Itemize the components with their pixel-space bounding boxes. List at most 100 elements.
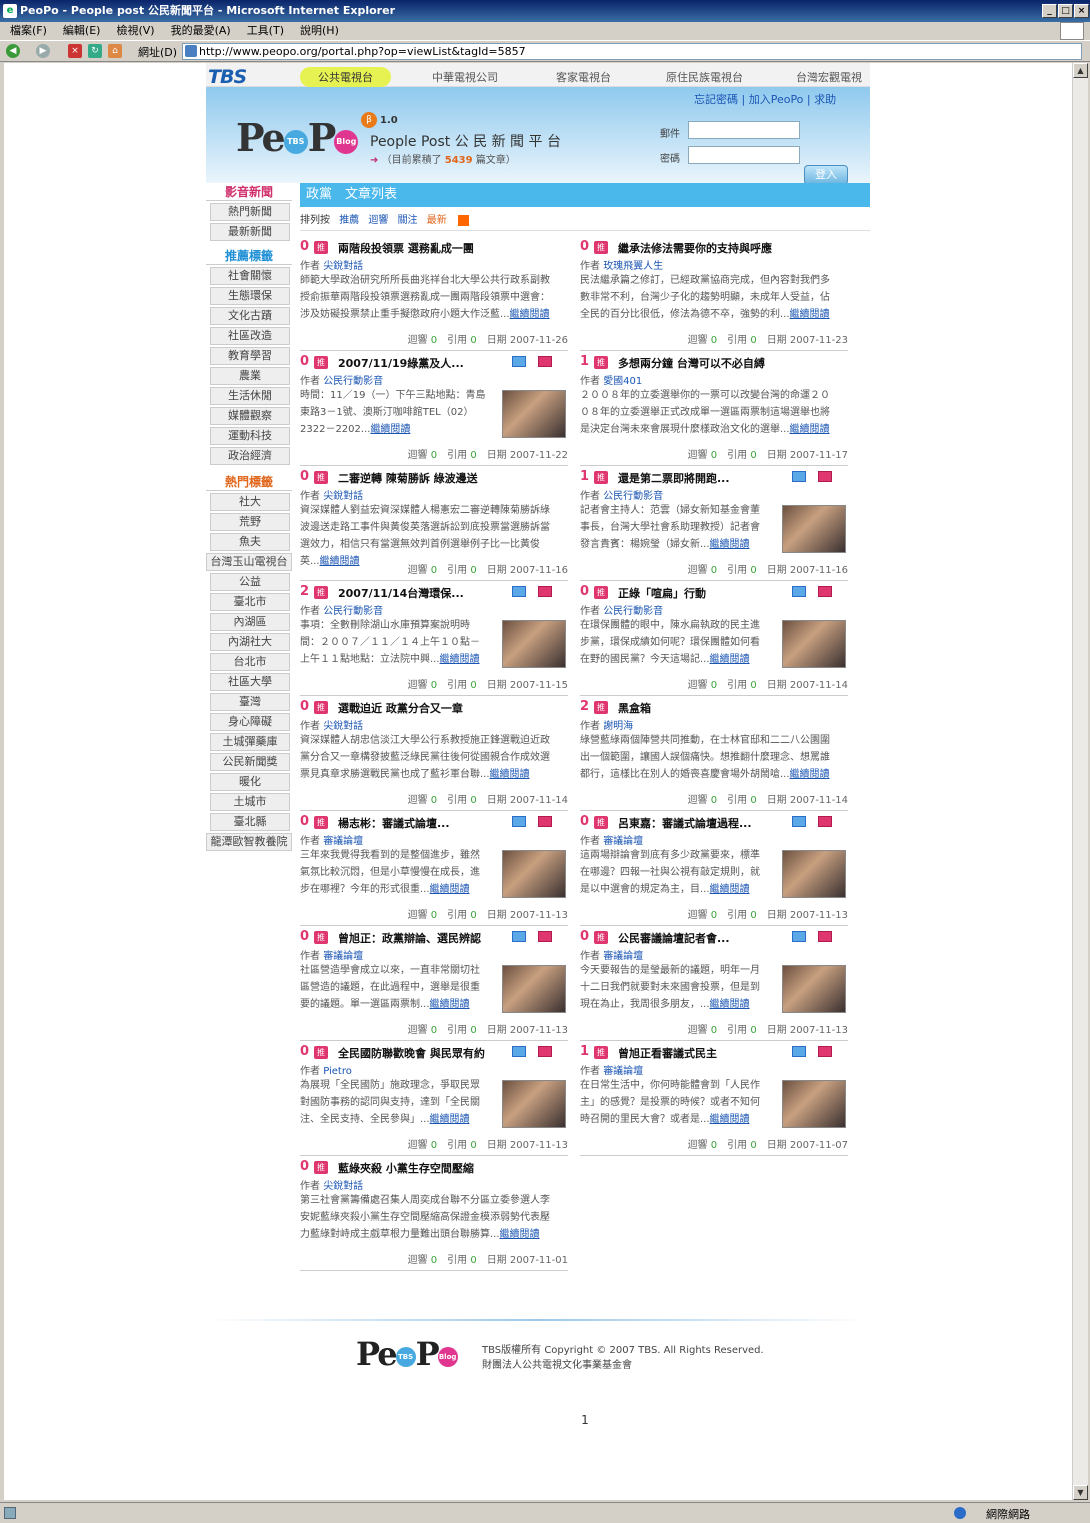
sidebar-item-hot-5[interactable]: 臺北市: [210, 593, 290, 611]
sidebar-item-tag-6[interactable]: 生活休閒: [210, 387, 290, 405]
read-more-link[interactable]: 繼續閱讀: [710, 999, 750, 1010]
sidebar-item-tag-4[interactable]: 教育學習: [210, 347, 290, 365]
sidebar-item-hot-3[interactable]: 台灣玉山電視台: [206, 553, 292, 571]
article-title[interactable]: 正綠「喧扁」行動: [618, 585, 706, 601]
author-link[interactable]: 愛國401: [603, 376, 642, 387]
author-link[interactable]: 審議論壇: [603, 1066, 643, 1077]
recommend-icon[interactable]: 推: [594, 586, 608, 599]
minimize-button[interactable]: _: [1042, 4, 1057, 18]
recommend-icon[interactable]: 推: [594, 931, 608, 944]
article-title[interactable]: 曾旭正看審議式民主: [618, 1045, 717, 1061]
sidebar-item-hot-15[interactable]: 土城市: [210, 793, 290, 811]
recommend-icon[interactable]: 推: [314, 931, 328, 944]
menu-file[interactable]: 檔案(F): [0, 22, 55, 40]
article-title[interactable]: 還是第二票即將開跑...: [618, 470, 730, 486]
nav-macro[interactable]: 台灣宏觀電視: [796, 69, 862, 85]
article-thumbnail[interactable]: [502, 390, 566, 438]
recommend-icon[interactable]: 推: [314, 816, 328, 829]
author-link[interactable]: 公民行動影音: [603, 606, 663, 617]
read-more-link[interactable]: 繼續閱讀: [710, 654, 750, 665]
article-title[interactable]: 楊志彬：審議式論壇...: [338, 815, 450, 831]
sidebar-item-hot-14[interactable]: 暖化: [210, 773, 290, 791]
forward-icon[interactable]: ▶: [36, 44, 50, 58]
read-more-link[interactable]: 繼續閱讀: [500, 1229, 540, 1240]
article-thumbnail[interactable]: [782, 620, 846, 668]
sort-recommend[interactable]: 推薦: [339, 215, 359, 226]
read-more-link[interactable]: 繼續閱讀: [790, 769, 830, 780]
sidebar-item-hot-6[interactable]: 內湖區: [210, 613, 290, 631]
home-icon[interactable]: ⌂: [108, 44, 122, 58]
forgot-password-link[interactable]: 忘記密碼: [694, 93, 738, 106]
recommend-icon[interactable]: 推: [314, 241, 328, 254]
article-title[interactable]: 繼承法修法需要你的支持與呼應: [618, 240, 772, 256]
read-more-link[interactable]: 繼續閱讀: [790, 309, 830, 320]
sidebar-item-hot-4[interactable]: 公益: [210, 573, 290, 591]
menu-view[interactable]: 檢視(V): [108, 22, 162, 40]
recommend-icon[interactable]: 推: [314, 586, 328, 599]
article-title[interactable]: 兩階段投領票 選務亂成一團: [338, 240, 474, 256]
tbs-logo[interactable]: TBS: [208, 66, 247, 88]
menu-help[interactable]: 說明(H): [292, 22, 347, 40]
author-link[interactable]: 玫瑰飛翼人生: [603, 261, 663, 272]
sidebar-item-hot-7[interactable]: 內湖社大: [210, 633, 290, 651]
article-title[interactable]: 呂東嘉：審議式論壇過程...: [618, 815, 752, 831]
article-title[interactable]: 藍綠夾殺 小黨生存空間壓縮: [338, 1160, 474, 1176]
sidebar-item-video-0[interactable]: 熱門新聞: [210, 203, 290, 221]
article-title[interactable]: 曾旭正：政黨辯論、選民辨認: [338, 930, 481, 946]
page-number[interactable]: 1: [300, 1413, 870, 1427]
sidebar-item-tag-7[interactable]: 媒體觀察: [210, 407, 290, 425]
article-title[interactable]: 二審逆轉 陳菊勝訴 綠波邊送: [338, 470, 478, 486]
author-link[interactable]: 尖銳對話: [323, 1181, 363, 1192]
sidebar-item-hot-16[interactable]: 臺北縣: [210, 813, 290, 831]
read-more-link[interactable]: 繼續閱讀: [430, 1114, 470, 1125]
article-title[interactable]: 2007/11/19綠黨及人...: [338, 355, 464, 371]
sidebar-item-tag-1[interactable]: 生態環保: [210, 287, 290, 305]
read-more-link[interactable]: 繼續閱讀: [710, 1114, 750, 1125]
email-field[interactable]: [688, 121, 800, 139]
sidebar-item-tag-8[interactable]: 運動科技: [210, 427, 290, 445]
sort-replies[interactable]: 迴響: [368, 215, 388, 226]
login-button[interactable]: 登入: [804, 165, 848, 185]
recommend-icon[interactable]: 推: [594, 816, 608, 829]
author-link[interactable]: 謝明海: [603, 721, 633, 732]
sidebar-item-tag-3[interactable]: 社區改造: [210, 327, 290, 345]
read-more-link[interactable]: 繼續閱讀: [370, 424, 410, 435]
sidebar-item-hot-13[interactable]: 公民新聞獎: [210, 753, 290, 771]
read-more-link[interactable]: 繼續閱讀: [430, 884, 470, 895]
author-link[interactable]: 公民行動影音: [323, 606, 383, 617]
nav-hakka[interactable]: 客家電視台: [556, 69, 611, 85]
sidebar-item-hot-9[interactable]: 社區大學: [210, 673, 290, 691]
scroll-down-icon[interactable]: ▼: [1073, 1485, 1088, 1500]
author-link[interactable]: 公民行動影音: [603, 491, 663, 502]
maximize-button[interactable]: □: [1058, 4, 1073, 18]
read-more-link[interactable]: 繼續閱讀: [440, 654, 480, 665]
sidebar-item-tag-5[interactable]: 農業: [210, 367, 290, 385]
sidebar-item-tag-9[interactable]: 政治經濟: [210, 447, 290, 465]
rss-icon[interactable]: [457, 214, 469, 226]
stop-icon[interactable]: ×: [68, 44, 82, 58]
author-link[interactable]: 審議論壇: [323, 836, 363, 847]
article-thumbnail[interactable]: [782, 505, 846, 553]
recommend-icon[interactable]: 推: [594, 701, 608, 714]
address-input[interactable]: http://www.peopo.org/portal.php?op=viewL…: [182, 43, 1082, 60]
article-title[interactable]: 公民審議論壇記者會...: [618, 930, 730, 946]
vertical-scrollbar[interactable]: ▲ ▼: [1072, 63, 1088, 1500]
article-thumbnail[interactable]: [782, 850, 846, 898]
article-thumbnail[interactable]: [782, 1080, 846, 1128]
author-link[interactable]: Pietro: [323, 1066, 352, 1077]
recommend-icon[interactable]: 推: [594, 356, 608, 369]
recommend-icon[interactable]: 推: [594, 241, 608, 254]
refresh-icon[interactable]: ↻: [88, 44, 102, 58]
back-icon[interactable]: ◀: [6, 44, 20, 58]
sidebar-item-hot-17[interactable]: 龍潭歐智教養院: [206, 833, 292, 851]
read-more-link[interactable]: 繼續閱讀: [710, 884, 750, 895]
read-more-link[interactable]: 繼續閱讀: [510, 309, 550, 320]
author-link[interactable]: 審議論壇: [323, 951, 363, 962]
menu-edit[interactable]: 編輯(E): [55, 22, 109, 40]
recommend-icon[interactable]: 推: [594, 471, 608, 484]
nav-cts[interactable]: 中華電視公司: [432, 69, 498, 85]
article-title[interactable]: 選戰迫近 政黨分合又一章: [338, 700, 463, 716]
sidebar-item-hot-11[interactable]: 身心障礙: [210, 713, 290, 731]
sidebar-item-hot-12[interactable]: 土城彈藥庫: [210, 733, 290, 751]
recommend-icon[interactable]: 推: [314, 1161, 328, 1174]
